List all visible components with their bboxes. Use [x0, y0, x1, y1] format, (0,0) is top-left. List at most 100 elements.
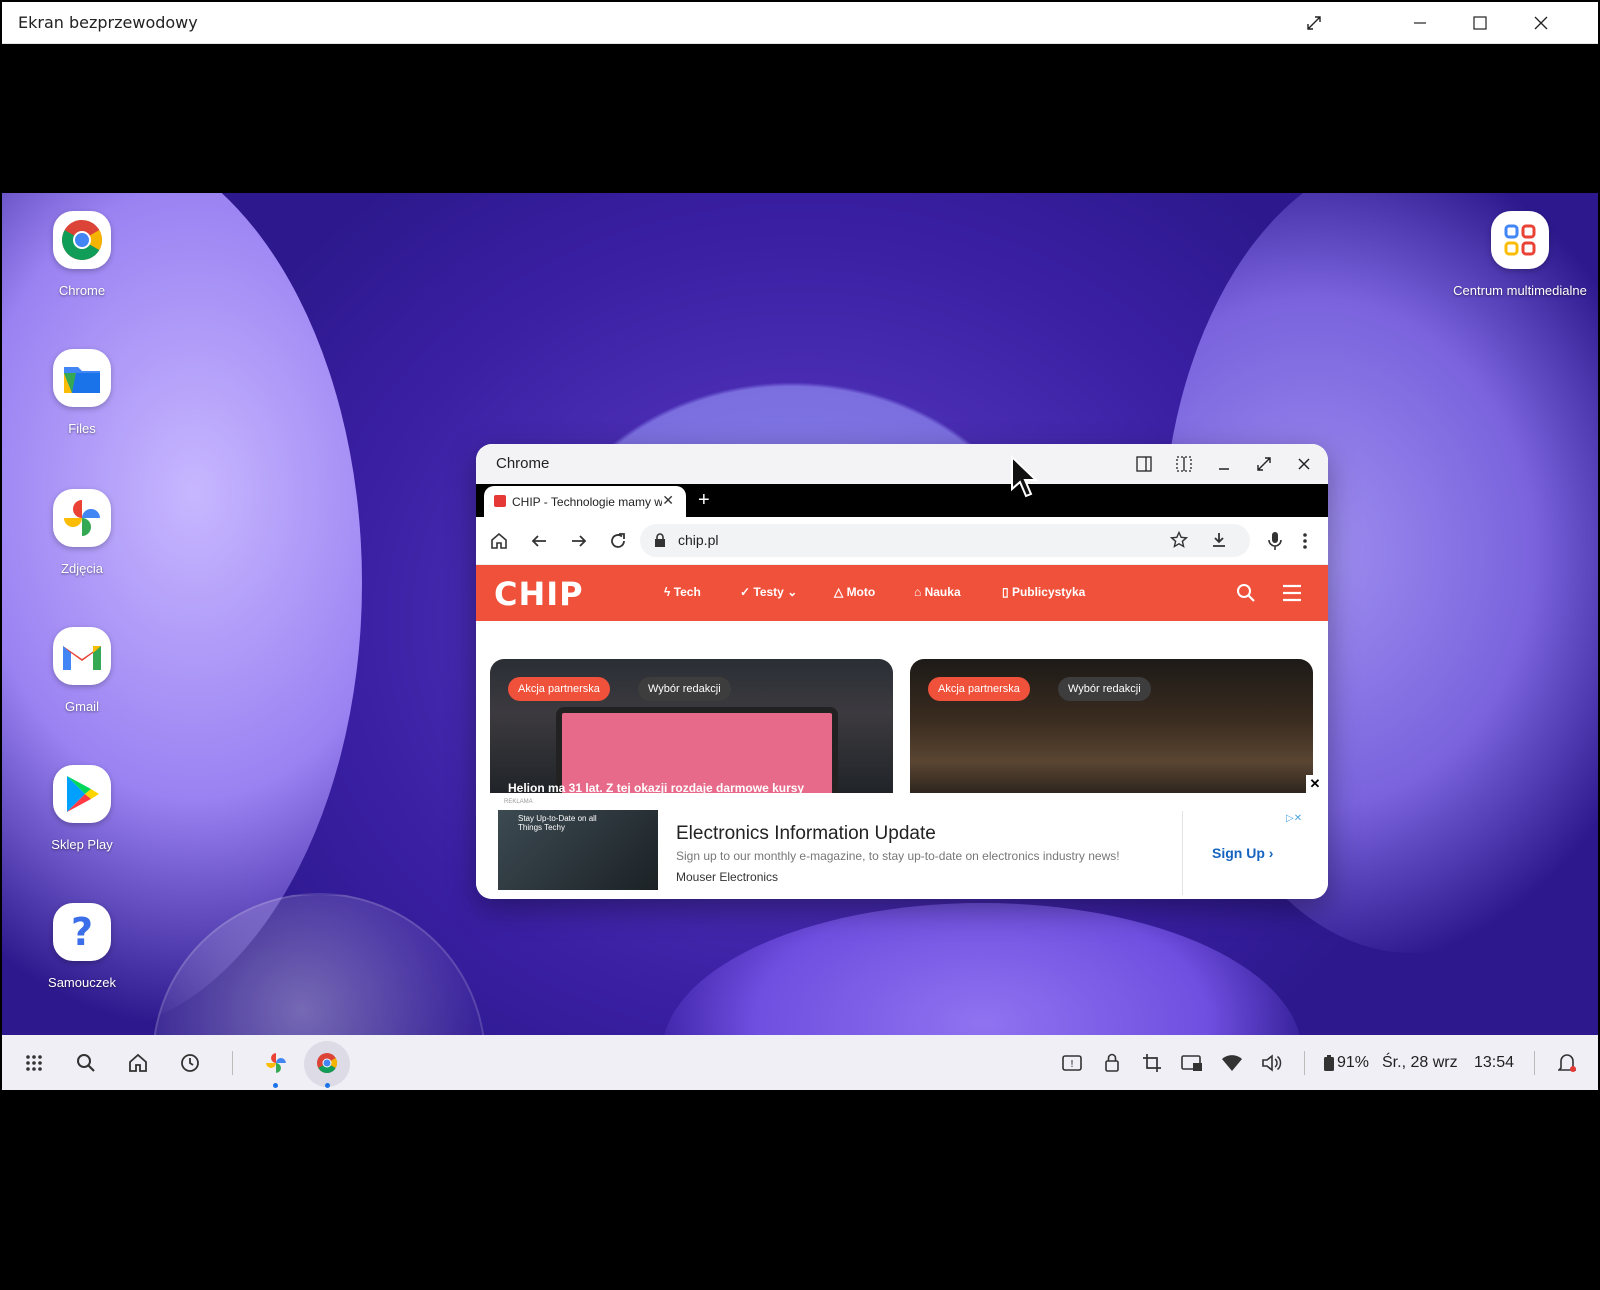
minimize-icon[interactable] — [1212, 452, 1236, 476]
new-tab-icon[interactable]: + — [698, 489, 710, 512]
badge-partner[interactable]: Akcja partnerska — [508, 677, 610, 701]
ad-sponsor: Mouser Electronics — [676, 870, 779, 884]
chrome-icon — [53, 211, 111, 269]
date-text[interactable]: Śr., 28 wrz — [1382, 1054, 1458, 1072]
url-text: chip.pl — [678, 532, 719, 548]
battery-percent: 91% — [1337, 1054, 1370, 1071]
ad-description: Sign up to our monthly e-magazine, to st… — [676, 849, 1120, 863]
nav-tech[interactable]: ϟ Tech — [664, 585, 701, 599]
microphone-icon[interactable] — [1264, 530, 1286, 552]
recents-clock-icon[interactable] — [178, 1051, 202, 1075]
article-card[interactable]: Akcja partnerska Wybór redakcji Helion m… — [490, 659, 893, 796]
wifi-icon[interactable] — [1220, 1051, 1244, 1075]
ad-signup-button[interactable]: Sign Up › — [1212, 845, 1273, 861]
badge-editor-choice[interactable]: Wybór redakcji — [1058, 677, 1151, 701]
help-icon: ? — [53, 903, 111, 961]
home-icon[interactable] — [126, 1051, 150, 1075]
chip-logo[interactable]: CHIP — [494, 575, 584, 613]
nav-testy[interactable]: ✓ Testy ⌄ — [740, 585, 797, 599]
tab-title: CHIP - Technologie mamy w — [512, 495, 662, 509]
desktop-icon-label: Gmail — [65, 699, 99, 714]
search-icon[interactable] — [74, 1051, 98, 1075]
address-bar[interactable]: chip.pl — [640, 524, 1250, 557]
ad-headline: Electronics Information Update — [676, 823, 936, 844]
taskbar-divider — [1534, 1051, 1535, 1075]
wallpaper-blob — [662, 903, 1302, 1035]
browser-tab[interactable]: CHIP - Technologie mamy w ✕ — [484, 486, 686, 517]
desktop-icon-label: Sklep Play — [51, 837, 113, 852]
taskbar-chrome-icon[interactable] — [315, 1051, 339, 1075]
nav-label: Testy — [753, 585, 784, 599]
taskbar-divider — [232, 1051, 233, 1075]
close-button[interactable] — [1523, 8, 1559, 38]
running-indicator — [273, 1083, 278, 1088]
star-icon[interactable] — [1169, 530, 1189, 554]
files-icon — [53, 349, 111, 407]
ad-image: Stay Up-to-Date on all Things Techy — [498, 810, 658, 890]
close-icon[interactable] — [1292, 452, 1316, 476]
adchoices-icon[interactable]: ▷✕ — [1286, 813, 1302, 824]
badge-editor-choice[interactable]: Wybór redakcji — [638, 677, 731, 701]
snap-left-icon[interactable] — [1132, 452, 1156, 476]
desktop-icon-centrum-multimedialne[interactable]: Centrum multimedialne — [1450, 211, 1590, 298]
taskbar: ! 91% Śr., 28 wrz 13:54 — [2, 1035, 1598, 1090]
site-search-icon[interactable] — [1236, 583, 1256, 608]
desktop-icon-samouczek[interactable]: ? Samouczek — [22, 903, 142, 990]
badge-partner[interactable]: Akcja partnerska — [928, 677, 1030, 701]
minimize-button[interactable] — [1402, 8, 1438, 38]
desktop-icon-files[interactable]: Files — [22, 349, 142, 436]
ad-cta-label: Sign Up — [1212, 845, 1265, 861]
desktop-icon-label: Samouczek — [48, 975, 116, 990]
outer-window-title: Ekran bezprzewodowy — [18, 13, 198, 32]
back-icon[interactable] — [528, 530, 550, 552]
battery-icon — [1324, 1055, 1334, 1076]
desktop-icon-label: Chrome — [58, 283, 106, 298]
nav-publicystyka[interactable]: ▯ Publicystyka — [1002, 585, 1085, 599]
app-launcher-icon[interactable] — [22, 1051, 46, 1075]
article-card[interactable]: Akcja partnerska Wybór redakcji — [910, 659, 1313, 796]
maximize-icon[interactable] — [1252, 452, 1276, 476]
nav-label: Nauka — [924, 585, 961, 599]
desktop-icon-label: Files — [68, 421, 96, 436]
site-menu-icon[interactable] — [1282, 584, 1302, 607]
desktop-icon-zdjecia[interactable]: Zdjęcia — [22, 489, 142, 576]
desktop-icon-chrome[interactable]: Chrome — [22, 211, 142, 298]
ad-close-icon[interactable]: ✕ — [1306, 775, 1324, 793]
desktop-icon-label: Zdjęcia — [61, 561, 103, 576]
ad-divider — [1182, 811, 1183, 895]
media-center-icon — [1491, 211, 1549, 269]
maximize-button[interactable] — [1462, 8, 1498, 38]
forward-icon[interactable] — [568, 530, 590, 552]
nav-nauka[interactable]: ⌂ Nauka — [914, 585, 961, 599]
fullscreen-icon[interactable] — [1296, 8, 1332, 38]
chrome-window: Chrome CHIP - Technologie mamy w ✕ + chi… — [476, 444, 1328, 899]
snap-right-icon[interactable] — [1172, 452, 1196, 476]
ad-banner[interactable]: ✕ REKLAMA Stay Up-to-Date on all Things … — [476, 775, 1328, 899]
nav-moto[interactable]: △ Moto — [834, 585, 875, 599]
lock-icon[interactable] — [1100, 1051, 1124, 1075]
tab-strip: CHIP - Technologie mamy w ✕ + — [476, 484, 1328, 517]
play-store-icon — [53, 765, 111, 823]
clock-text[interactable]: 13:54 — [1474, 1054, 1514, 1072]
mouse-cursor-icon — [1010, 454, 1040, 504]
nav-label: Moto — [846, 585, 876, 599]
tab-close-icon[interactable]: ✕ — [662, 492, 674, 509]
screen-share-icon[interactable] — [1180, 1051, 1204, 1075]
cast-icon[interactable]: ! — [1060, 1051, 1084, 1075]
taskbar-photos-icon[interactable] — [264, 1051, 288, 1075]
reload-icon[interactable] — [607, 530, 629, 552]
notifications-bell-icon[interactable] — [1555, 1051, 1579, 1075]
home-icon[interactable] — [488, 530, 510, 552]
desktop-icon-sklep-play[interactable]: Sklep Play — [22, 765, 142, 852]
more-vert-icon[interactable] — [1294, 530, 1316, 552]
desktop-icon-gmail[interactable]: Gmail — [22, 627, 142, 714]
running-indicator — [325, 1083, 330, 1088]
download-icon[interactable] — [1210, 531, 1228, 554]
lock-icon — [654, 533, 666, 552]
svg-text:!: ! — [1070, 1059, 1074, 1070]
volume-icon[interactable] — [1260, 1051, 1284, 1075]
site-navbar: CHIP ϟ Tech ✓ Testy ⌄ △ Moto ⌂ Nauka ▯ P… — [476, 565, 1328, 621]
crop-icon[interactable] — [1140, 1051, 1164, 1075]
ad-label: REKLAMA — [504, 799, 533, 805]
ad-image-caption: Stay Up-to-Date on all Things Techy — [518, 814, 597, 832]
